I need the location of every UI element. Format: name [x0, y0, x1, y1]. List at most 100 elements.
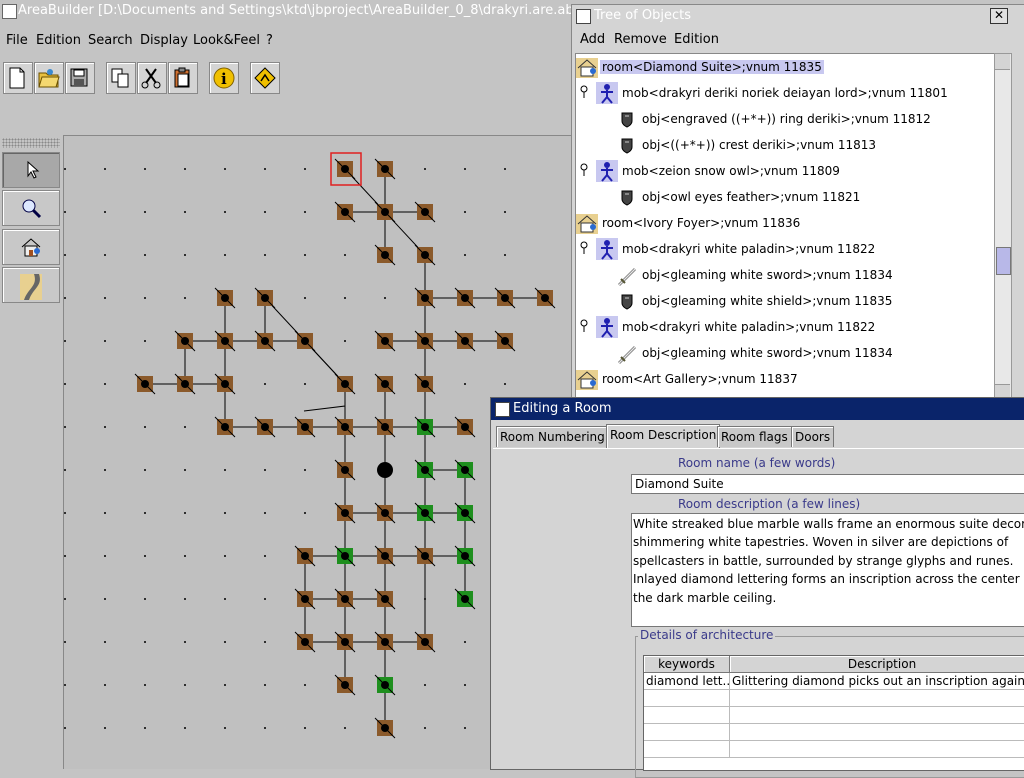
- map-room[interactable]: [374, 201, 396, 223]
- map-room[interactable]: [214, 287, 236, 309]
- table-cell-empty[interactable]: [730, 724, 1024, 741]
- tree-menu-edition[interactable]: Edition: [674, 32, 719, 47]
- map-room[interactable]: [334, 674, 356, 696]
- tree-row-mob[interactable]: mob<zeion snow owl>;vnum 11809: [576, 159, 994, 183]
- tree-row-mob[interactable]: mob<drakyri white paladin>;vnum 11822: [576, 315, 994, 339]
- map-room[interactable]: [254, 416, 276, 438]
- tree-menu-add[interactable]: Add: [580, 32, 605, 47]
- map-room[interactable]: [454, 416, 476, 438]
- map-room-special[interactable]: [414, 416, 436, 438]
- new-file-button[interactable]: [3, 62, 33, 94]
- road-sign-button[interactable]: [250, 62, 280, 94]
- map-room[interactable]: [294, 631, 316, 653]
- tree-row-obj[interactable]: obj<gleaming white shield>;vnum 11835: [576, 289, 994, 313]
- menu-file[interactable]: File: [6, 33, 28, 48]
- map-room[interactable]: [334, 502, 356, 524]
- map-room-special[interactable]: [374, 674, 396, 696]
- map-room[interactable]: [374, 502, 396, 524]
- menu-lookandfeel[interactable]: Look&Feel: [193, 33, 260, 48]
- map-room[interactable]: [454, 330, 476, 352]
- tree-handle-icon[interactable]: [579, 241, 589, 258]
- map-room[interactable]: [254, 287, 276, 309]
- table-cell-empty[interactable]: [644, 690, 730, 707]
- tree-title-bar[interactable]: Tree of Objects ✕: [572, 5, 1024, 27]
- table-cell[interactable]: diamond lett...: [644, 673, 730, 690]
- map-room-special[interactable]: [454, 459, 476, 481]
- map-room[interactable]: [334, 588, 356, 610]
- scroll-thumb[interactable]: [996, 247, 1011, 275]
- map-room[interactable]: [374, 373, 396, 395]
- map-room[interactable]: [334, 201, 356, 223]
- tree-handle-icon[interactable]: [579, 319, 589, 336]
- tree-menu-remove[interactable]: Remove: [614, 32, 667, 47]
- map-room[interactable]: [334, 373, 356, 395]
- map-room[interactable]: [454, 287, 476, 309]
- table-cell-empty[interactable]: [730, 707, 1024, 724]
- map-room[interactable]: [174, 373, 196, 395]
- map-room[interactable]: [174, 330, 196, 352]
- info-button[interactable]: i: [209, 62, 239, 94]
- table-cell-empty[interactable]: [644, 724, 730, 741]
- map-room[interactable]: [374, 717, 396, 739]
- map-room-special[interactable]: [454, 588, 476, 610]
- column-header-keywords[interactable]: keywords: [644, 656, 730, 673]
- close-button[interactable]: ✕: [990, 8, 1008, 24]
- tree-row-room[interactable]: room<Diamond Suite>;vnum 11835: [576, 55, 994, 79]
- column-header-description[interactable]: Description: [730, 656, 1024, 673]
- map-room[interactable]: [414, 287, 436, 309]
- menu-help[interactable]: ?: [266, 33, 273, 48]
- map-room-special[interactable]: [454, 502, 476, 524]
- copy-button[interactable]: [106, 62, 136, 94]
- tab-room-description[interactable]: Room Description: [606, 424, 721, 448]
- map-room[interactable]: [334, 158, 356, 180]
- map-room[interactable]: [374, 158, 396, 180]
- room-tool[interactable]: [2, 229, 60, 265]
- tree-scrollbar[interactable]: [994, 53, 1012, 401]
- zoom-tool[interactable]: [2, 190, 60, 226]
- menu-search[interactable]: Search: [88, 33, 133, 48]
- map-room-special[interactable]: [454, 545, 476, 567]
- map-room[interactable]: [294, 588, 316, 610]
- road-tool[interactable]: [2, 267, 60, 303]
- map-room-special[interactable]: [414, 459, 436, 481]
- map-room[interactable]: [334, 631, 356, 653]
- map-room[interactable]: [374, 588, 396, 610]
- room-name-field[interactable]: Diamond Suite: [631, 474, 1024, 494]
- map-room[interactable]: [534, 287, 556, 309]
- map-room[interactable]: [334, 416, 356, 438]
- map-room[interactable]: [414, 244, 436, 266]
- map-room[interactable]: [214, 416, 236, 438]
- tab-room-numbering[interactable]: Room Numbering: [496, 426, 609, 447]
- paste-button[interactable]: [168, 62, 198, 94]
- architecture-table[interactable]: keywords Description diamond lett... Gli…: [643, 655, 1024, 771]
- map-room-current[interactable]: [377, 462, 393, 478]
- map-room[interactable]: [374, 545, 396, 567]
- map-room[interactable]: [294, 416, 316, 438]
- table-cell[interactable]: Glittering diamond picks out an inscript…: [730, 673, 1024, 690]
- map-room[interactable]: [414, 545, 436, 567]
- tree-row-mob[interactable]: mob<drakyri deriki noriek deiayan lord>;…: [576, 81, 994, 105]
- tree-handle-icon[interactable]: [579, 163, 589, 180]
- map-room[interactable]: [254, 330, 276, 352]
- map-room[interactable]: [414, 373, 436, 395]
- tree-row-sword[interactable]: obj<gleaming white sword>;vnum 11834: [576, 263, 994, 287]
- map-room[interactable]: [414, 201, 436, 223]
- open-button[interactable]: [34, 62, 64, 94]
- map-room[interactable]: [374, 631, 396, 653]
- pointer-tool[interactable]: [2, 152, 60, 188]
- tree-row-sword[interactable]: obj<gleaming white sword>;vnum 11834: [576, 341, 994, 365]
- menu-edition[interactable]: Edition: [36, 33, 81, 48]
- tab-doors[interactable]: Doors: [791, 426, 835, 447]
- table-cell-empty[interactable]: [730, 690, 1024, 707]
- room-description-textarea[interactable]: White streaked blue marble walls frame a…: [631, 513, 1024, 627]
- map-room[interactable]: [374, 244, 396, 266]
- menu-display[interactable]: Display: [140, 33, 188, 48]
- table-cell-empty[interactable]: [730, 741, 1024, 758]
- tree-row-room[interactable]: room<Art Gallery>;vnum 11837: [576, 367, 994, 391]
- map-room[interactable]: [494, 330, 516, 352]
- map-room[interactable]: [414, 631, 436, 653]
- tree-row-mob[interactable]: mob<drakyri white paladin>;vnum 11822: [576, 237, 994, 261]
- table-cell-empty[interactable]: [644, 741, 730, 758]
- tree-row-obj[interactable]: obj<((+*+)) crest deriki>;vnum 11813: [576, 133, 994, 157]
- tree-row-room[interactable]: room<Ivory Foyer>;vnum 11836: [576, 211, 994, 235]
